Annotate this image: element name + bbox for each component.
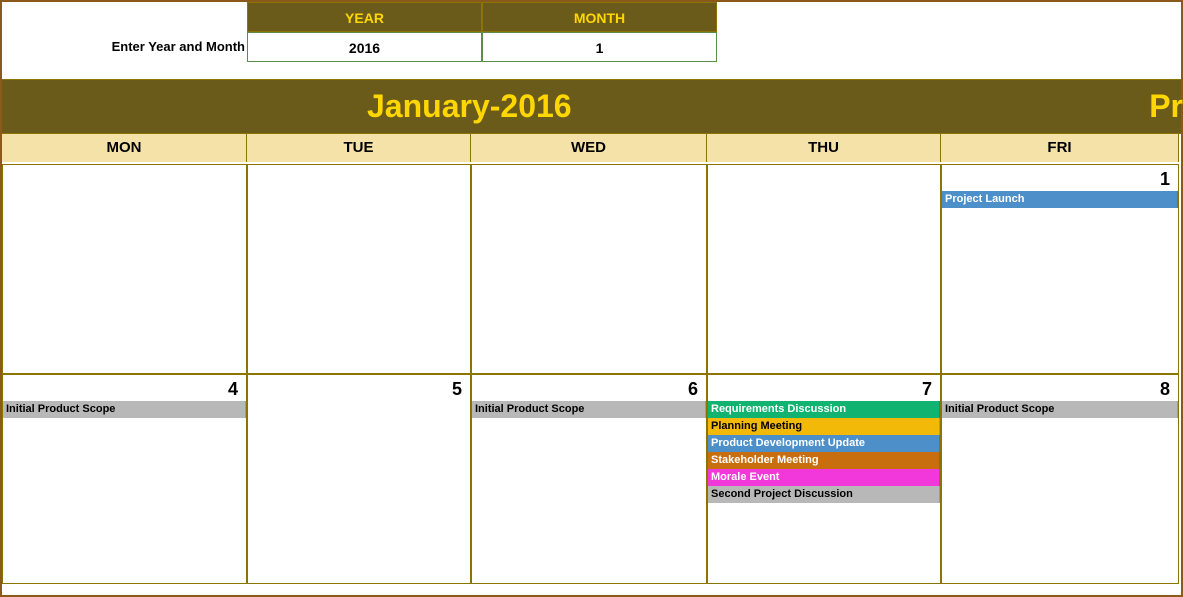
day-cell-thu-7[interactable]: 7 Requirements DiscussionPlanning Meetin… [707,374,941,584]
calendar-event[interactable]: Initial Product Scope [942,401,1178,418]
week-row-1: 1 Project Launch [2,164,1181,374]
day-header-wed: WED [471,134,707,162]
calendar-title: January-2016 [367,88,572,125]
day-number: 4 [3,375,246,401]
title-right-cut: Pr [1149,88,1183,125]
day-header-mon: MON [2,134,247,162]
day-cell-tue-5[interactable]: 5 [247,374,471,584]
day-header-row: MON TUE WED THU FRI [2,134,1181,162]
day-number: 5 [248,375,470,401]
day-cell-fri-1[interactable]: 1 Project Launch [941,164,1179,374]
day-header-fri: FRI [941,134,1179,162]
calendar-event[interactable]: Stakeholder Meeting [708,452,940,469]
month-input[interactable]: 1 [482,32,717,62]
year-input[interactable]: 2016 [247,32,482,62]
day-cell-wed[interactable] [471,164,707,374]
input-label: Enter Year and Month [2,32,247,62]
day-number: 8 [942,375,1178,401]
input-area: YEAR MONTH 2016 1 [247,2,717,62]
day-header-tue: TUE [247,134,471,162]
calendar-event[interactable]: Requirements Discussion [708,401,940,418]
year-header: YEAR [247,2,482,32]
day-header-thu: THU [707,134,941,162]
day-cell-thu[interactable] [707,164,941,374]
calendar-event[interactable]: Product Development Update [708,435,940,452]
year-month-input-section: Enter Year and Month YEAR MONTH 2016 1 [2,2,1181,62]
day-cell-mon[interactable] [2,164,247,374]
day-number: 6 [472,375,706,401]
title-bar: January-2016 Pr [2,79,1181,134]
day-number: 7 [708,375,940,401]
calendar-body: 1 Project Launch 4 Initial Product Scope… [2,164,1181,584]
day-cell-fri-8[interactable]: 8 Initial Product Scope [941,374,1179,584]
calendar-event[interactable]: Planning Meeting [708,418,940,435]
day-number: 1 [942,165,1178,191]
calendar-event[interactable]: Initial Product Scope [472,401,706,418]
calendar-event[interactable]: Second Project Discussion [708,486,940,503]
day-cell-mon-4[interactable]: 4 Initial Product Scope [2,374,247,584]
day-cell-wed-6[interactable]: 6 Initial Product Scope [471,374,707,584]
calendar-event[interactable]: Initial Product Scope [3,401,246,418]
month-header: MONTH [482,2,717,32]
calendar-event[interactable]: Morale Event [708,469,940,486]
week-row-2: 4 Initial Product Scope 5 6 Initial Prod… [2,374,1181,584]
day-cell-tue[interactable] [247,164,471,374]
calendar-event[interactable]: Project Launch [942,191,1178,208]
